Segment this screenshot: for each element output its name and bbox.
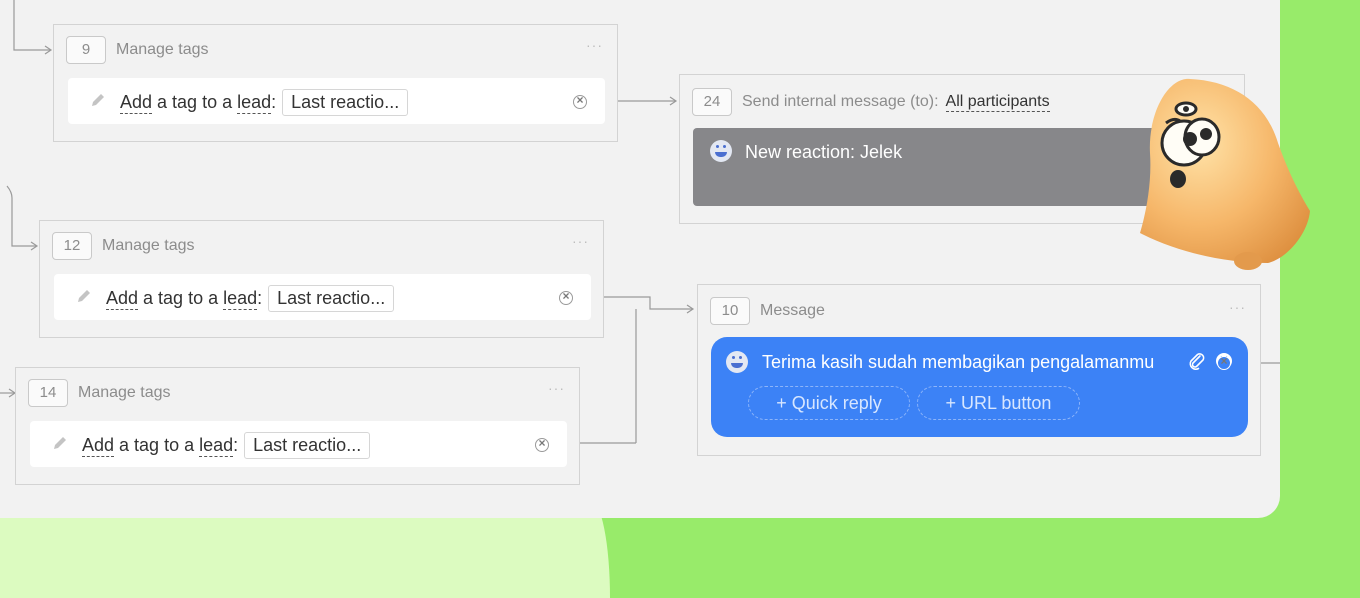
pencil-icon[interactable] <box>52 435 68 451</box>
block-title: Message <box>760 302 825 319</box>
colon-text: : <box>233 435 239 455</box>
tag-action-row[interactable]: Add a tag to a lead : Last reactio... <box>30 421 567 467</box>
colon-text: : <box>257 288 263 308</box>
block-header: 12 Manage tags <box>52 232 195 260</box>
connector-dot[interactable] <box>1217 354 1231 370</box>
manage-tags-block[interactable]: 12 Manage tags ··· Add a tag to a lead :… <box>39 220 604 338</box>
block-number: 9 <box>66 36 106 64</box>
url-button[interactable]: + URL button <box>917 386 1080 420</box>
message-text[interactable]: Terima kasih sudah membagikan pengalaman… <box>762 352 1154 373</box>
block-header: 9 Manage tags <box>66 36 209 64</box>
block-menu-icon[interactable]: ··· <box>586 37 603 53</box>
bot-avatar-icon <box>710 140 732 162</box>
block-title: Manage tags <box>116 41 209 58</box>
manage-tags-block[interactable]: 9 Manage tags ··· Add a tag to a lead : … <box>53 24 618 142</box>
colon-text: : <box>271 92 277 112</box>
action-dropdown[interactable]: Add <box>82 435 115 457</box>
message-bubble[interactable]: Terima kasih sudah membagikan pengalaman… <box>711 337 1248 437</box>
action-text: a tag to a <box>138 288 224 308</box>
close-circle-icon[interactable] <box>559 289 573 305</box>
close-circle-icon[interactable] <box>573 93 587 109</box>
block-menu-icon[interactable]: ··· <box>572 233 589 249</box>
tag-action-row[interactable]: Add a tag to a lead : Last reactio... <box>54 274 591 320</box>
action-text: a tag to a <box>152 92 238 112</box>
block-menu-icon[interactable]: ··· <box>1229 299 1246 315</box>
pencil-icon[interactable] <box>90 92 106 108</box>
manage-tags-block[interactable]: 14 Manage tags ··· Add a tag to a lead :… <box>15 367 580 485</box>
target-dropdown[interactable]: lead <box>199 435 234 457</box>
block-header: 14 Manage tags <box>28 379 171 407</box>
pencil-icon[interactable] <box>76 288 92 304</box>
block-number: 10 <box>710 297 750 325</box>
block-number: 24 <box>692 88 732 116</box>
target-dropdown[interactable]: lead <box>237 92 272 114</box>
tag-input[interactable]: Last reactio... <box>282 89 409 116</box>
block-number: 12 <box>52 232 92 260</box>
action-dropdown[interactable]: Add <box>106 288 139 310</box>
internal-message-text[interactable]: New reaction: Jelek <box>745 142 902 163</box>
recipients-dropdown[interactable]: All participants <box>945 93 1050 112</box>
quick-reply-button[interactable]: + Quick reply <box>748 386 910 420</box>
tag-input[interactable]: Last reactio... <box>268 285 395 312</box>
block-header: 10 Message <box>710 297 825 325</box>
block-header: 24 Send internal message (to): All parti… <box>692 88 1050 116</box>
block-menu-icon[interactable]: ··· <box>548 380 565 396</box>
action-dropdown[interactable]: Add <box>120 92 153 114</box>
tag-action-row[interactable]: Add a tag to a lead : Last reactio... <box>68 78 605 124</box>
bell-mascot <box>1140 78 1310 270</box>
block-number: 14 <box>28 379 68 407</box>
close-circle-icon[interactable] <box>535 436 549 452</box>
paperclip-icon[interactable] <box>1187 351 1207 371</box>
action-text: a tag to a <box>114 435 200 455</box>
block-title: Manage tags <box>78 384 171 401</box>
bot-avatar-icon <box>726 351 748 373</box>
target-dropdown[interactable]: lead <box>223 288 258 310</box>
tag-input[interactable]: Last reactio... <box>244 432 371 459</box>
block-title: Send internal message (to): <box>742 93 939 110</box>
block-title: Manage tags <box>102 237 195 254</box>
